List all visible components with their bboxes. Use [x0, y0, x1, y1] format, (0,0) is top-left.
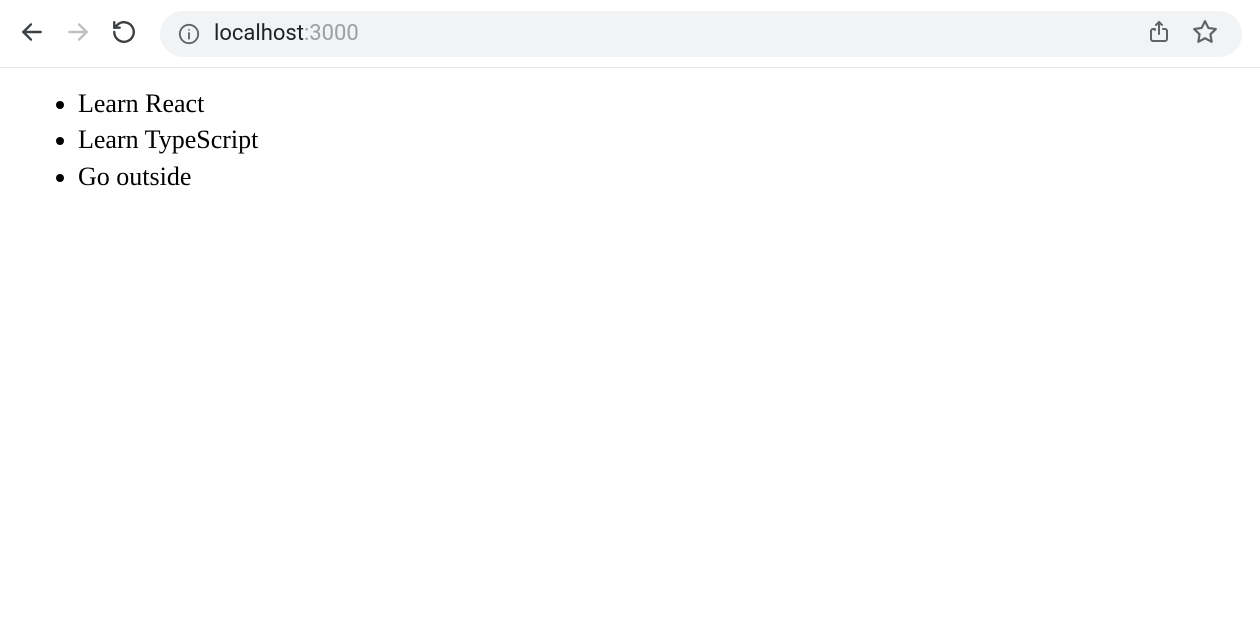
address-bar-actions	[1146, 21, 1224, 47]
list-item: Learn TypeScript	[78, 122, 1240, 158]
page-content: Learn React Learn TypeScript Go outside	[0, 68, 1260, 213]
todo-list: Learn React Learn TypeScript Go outside	[20, 86, 1240, 195]
url-port: :3000	[304, 21, 359, 46]
forward-button[interactable]	[64, 20, 92, 48]
reload-icon	[111, 19, 137, 49]
arrow-right-icon	[65, 19, 91, 49]
back-button[interactable]	[18, 20, 46, 48]
star-icon	[1192, 19, 1218, 49]
share-button[interactable]	[1146, 21, 1172, 47]
share-icon	[1147, 20, 1171, 48]
arrow-left-icon	[19, 19, 45, 49]
list-item: Go outside	[78, 159, 1240, 195]
url-host: localhost	[214, 21, 304, 46]
nav-button-group	[18, 20, 138, 48]
reload-button[interactable]	[110, 20, 138, 48]
browser-toolbar: localhost:3000	[0, 0, 1260, 68]
site-info-icon[interactable]	[178, 23, 200, 45]
address-bar[interactable]: localhost:3000	[160, 11, 1242, 57]
bookmark-button[interactable]	[1192, 21, 1218, 47]
url-display: localhost:3000	[214, 21, 359, 46]
list-item: Learn React	[78, 86, 1240, 122]
